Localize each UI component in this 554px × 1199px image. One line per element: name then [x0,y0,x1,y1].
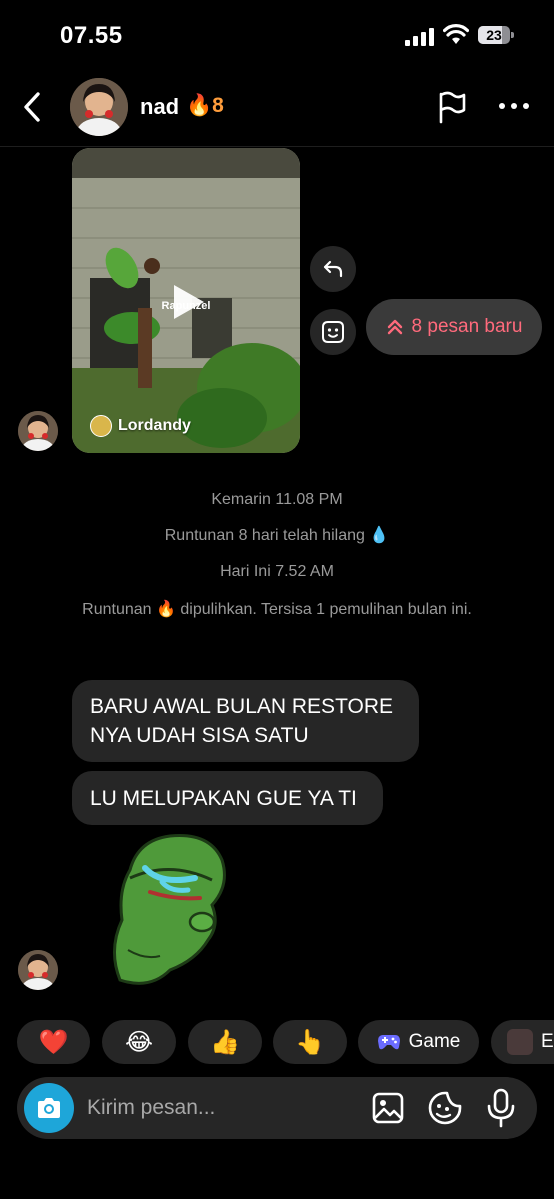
laugh-icon: 😂 [124,1028,154,1056]
battery-indicator: 23 [478,26,516,46]
message-input[interactable] [87,1093,347,1123]
streak-lost-notice: Runtunan 8 hari telah hilang 💧 [164,527,390,544]
message-bubble[interactable]: BARU AWAL BULAN RESTORE NYA UDAH SISA SA… [72,680,419,762]
react-button[interactable] [310,309,356,355]
contact-name[interactable]: nad [140,94,179,120]
status-time: 07.55 [60,22,123,49]
camera-button[interactable] [24,1083,74,1133]
message-bubble[interactable]: LU MELUPAKAN GUE YA TI [72,771,383,825]
point-up-icon: 👆 [295,1028,325,1056]
video-author: Lordandy [90,414,191,438]
effect-thumbnail [507,1029,533,1055]
gamepad-icon [377,1035,400,1050]
play-icon[interactable] [168,282,208,322]
author-name: Lordandy [118,417,191,434]
author-avatar [90,415,112,437]
flag-icon[interactable] [436,90,468,124]
message-text: LU MELUPAKAN GUE YA TI [90,786,357,810]
camera-icon [38,1098,60,1118]
reply-button[interactable] [310,246,356,292]
reply-icon [323,260,343,278]
sender-avatar[interactable] [18,411,58,451]
microphone-icon[interactable] [484,1088,518,1128]
streak-count: 🔥8 [186,94,224,117]
more-options-icon[interactable] [496,96,532,116]
crying-frog-sticker[interactable] [100,830,230,990]
timestamp: Hari Ini 7.52 AM [220,563,334,580]
react-thumbs-up-button[interactable]: 👍 [188,1020,262,1064]
react-laugh-button[interactable]: 😂 [102,1020,176,1064]
new-messages-pill[interactable]: 8 pesan baru [366,299,542,355]
react-heart-button[interactable]: ❤️ [17,1020,90,1064]
message-text: BARU AWAL BULAN RESTORE NYA UDAH SISA SA… [90,695,394,747]
new-messages-label: 8 pesan baru [411,316,523,337]
battery-level: 23 [486,27,502,43]
sender-avatar[interactable] [18,950,58,990]
double-chevron-up-icon [387,319,402,335]
game-button[interactable]: Game [358,1020,479,1064]
game-label: Game [408,1031,461,1052]
wifi-icon [443,24,469,44]
sticker-icon[interactable] [426,1089,464,1127]
effect-label: E [541,1031,554,1052]
gallery-icon[interactable] [370,1090,406,1126]
thumbs-up-icon: 👍 [210,1028,240,1056]
react-point-up-button[interactable]: 👆 [273,1020,347,1064]
header-divider [0,146,554,147]
quick-reactions-bar: ❤️ 😂 👍 👆 Game E [17,1020,554,1064]
emoji-react-icon [322,321,344,343]
cellular-signal-icon [405,28,434,46]
timestamp: Kemarin 11.08 PM [211,491,343,508]
effect-button[interactable]: E [491,1020,554,1064]
contact-avatar[interactable] [70,78,128,136]
back-arrow-icon[interactable] [18,90,48,124]
streak-restored-notice: Runtunan 🔥 dipulihkan. Tersisa 1 pemulih… [82,601,472,618]
heart-icon: ❤️ [38,1028,69,1056]
